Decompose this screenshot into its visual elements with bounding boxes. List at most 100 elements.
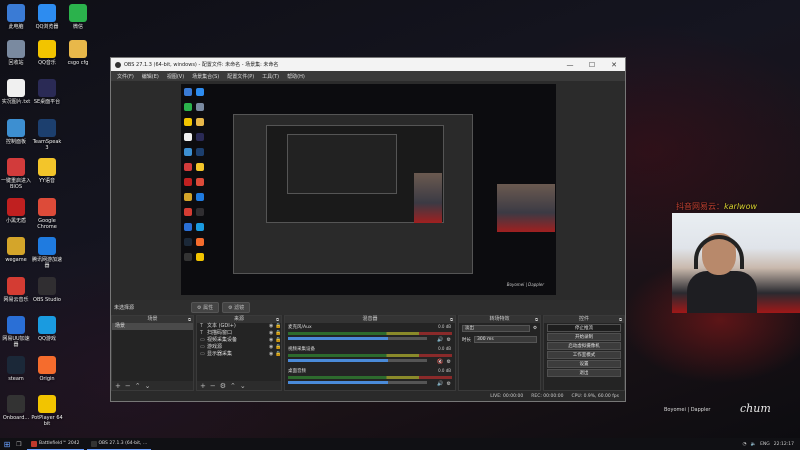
duration-input[interactable]: 300 ms [474, 336, 537, 343]
desktop-icon[interactable]: 此电脑 [0, 4, 32, 30]
desktop-icon[interactable]: 一键重启进入BIOS [0, 158, 32, 190]
lock-icon[interactable]: 🔒 [275, 323, 281, 330]
desktop-icon[interactable]: 小黑无盾 [0, 197, 32, 224]
scene-item[interactable]: 场景 [112, 323, 193, 330]
move-down-icon[interactable]: ⌄ [240, 382, 246, 390]
source-item[interactable]: ▭ 视频采集设备 ◉ 🔒 [197, 337, 281, 344]
volume-slider[interactable] [288, 359, 428, 362]
stop-streaming-button[interactable]: 停止推流 [547, 324, 621, 332]
source-item[interactable]: T 文本 (GDI+) ◉ 🔒 [197, 323, 281, 330]
desktop-icon[interactable]: QQ浏览器 [31, 4, 63, 30]
maximize-button[interactable]: ☐ [581, 61, 603, 69]
lock-icon[interactable]: 🔒 [275, 344, 281, 351]
task-battlefield[interactable]: Battlefield™ 2042 [27, 438, 84, 450]
dock-float-icon[interactable]: ⧉ [450, 316, 453, 323]
transition-settings-icon[interactable]: ⚙ [533, 326, 537, 331]
dock-float-icon[interactable]: ⧉ [188, 316, 191, 323]
desktop-icon[interactable]: QQ游戏 [31, 316, 63, 342]
desktop-icon[interactable]: 网易UU加速器 [0, 316, 32, 348]
volume-slider[interactable] [288, 381, 428, 384]
task-obs-label: OBS 27.1.3 (64-bit, ... [98, 441, 148, 446]
network-icon[interactable]: ◔ [743, 442, 747, 447]
obs-titlebar[interactable]: OBS 27.1.3 (64-bit, windows) - 配置文件: 未命名… [111, 58, 625, 71]
controls-header: 控件 ⧉ [544, 316, 624, 323]
desktop-icon[interactable]: PotPlayer 64 bit [31, 395, 63, 427]
desktop-icon[interactable]: 网易云音乐 [0, 276, 32, 303]
desktop-icon[interactable]: TeamSpeak 3 [31, 118, 63, 151]
desktop-icon[interactable]: YY语音 [31, 158, 63, 184]
remove-scene-icon[interactable]: − [125, 382, 131, 390]
desktop-icon[interactable]: 微信 [62, 4, 94, 30]
desktop-icon[interactable]: 回收站 [0, 40, 32, 66]
language-indicator[interactable]: ENG [760, 442, 770, 447]
menu-profile[interactable]: 配置文件(P) [223, 73, 258, 80]
task-obs[interactable]: OBS 27.1.3 (64-bit, ... [86, 438, 152, 450]
move-up-icon[interactable]: ⌃ [230, 382, 236, 390]
desktop-icon-label: 小黑无盾 [5, 217, 26, 224]
accelerator-icon [38, 237, 56, 255]
signature-script: chum [740, 402, 771, 415]
desktop-icon[interactable]: steam [0, 355, 32, 382]
menu-scene-collection[interactable]: 场景集合(S) [188, 73, 223, 80]
move-up-icon[interactable]: ⌃ [135, 382, 141, 390]
desktop-icon[interactable]: QQ音乐 [31, 40, 63, 66]
desktop-icon[interactable]: OBS Studio [31, 276, 63, 303]
remove-source-icon[interactable]: − [210, 382, 216, 390]
menu-file[interactable]: 文件(F) [113, 73, 138, 80]
desktop-icon[interactable]: Onboard... [0, 395, 32, 421]
add-source-icon[interactable]: + [200, 382, 206, 390]
desktop-icon[interactable]: 控制面板 [0, 118, 32, 145]
desktop-icon-label: 控制面板 [5, 138, 26, 145]
desktop-icon[interactable]: SE桌面平台 [31, 79, 63, 105]
preview-canvas[interactable]: Boyomei | Dappler [181, 84, 556, 295]
sources-footer: + − ⚙ ⌃ ⌄ [197, 381, 281, 390]
clock[interactable]: 22:12:17 [774, 442, 794, 447]
channel-settings-icon[interactable]: ⚙ [447, 381, 451, 387]
transition-select[interactable]: 淡出 [462, 325, 530, 332]
source-item[interactable]: ▭ 游戏源 ◉ 🔒 [197, 344, 281, 351]
mixer-dock: 混音器 ⧉ 麦克风/Aux 0.0 dB 🔊 ⚙ 视频采集设备 0.0 dB 🔇 ⚙ 桌面音频 0.… [284, 315, 456, 391]
lock-icon[interactable]: 🔒 [275, 351, 281, 358]
move-down-icon[interactable]: ⌄ [145, 382, 151, 390]
muted-speaker-icon[interactable]: 🔇 [437, 359, 443, 365]
desktop-icon[interactable]: 腾讯网游加速器 [31, 237, 63, 269]
start-recording-button[interactable]: 开始录制 [547, 333, 621, 341]
exit-button[interactable]: 退出 [547, 369, 621, 377]
volume-slider[interactable] [288, 337, 428, 340]
speaker-icon[interactable]: 🔊 [437, 381, 443, 387]
minimize-button[interactable]: — [559, 61, 581, 69]
lock-icon[interactable]: 🔒 [275, 330, 281, 337]
properties-button[interactable]: ⚙ 属性 [191, 302, 220, 313]
lock-icon[interactable]: 🔒 [275, 337, 281, 344]
settings-button[interactable]: 设置 [547, 360, 621, 368]
desktop-icon[interactable]: Google Chrome [31, 197, 63, 230]
filters-button[interactable]: ⚙ 滤镜 [222, 302, 251, 313]
desktop-icon[interactable]: wegame [0, 237, 32, 263]
desktop-icon[interactable]: Origin [31, 355, 63, 382]
menu-help[interactable]: 帮助(H) [283, 73, 309, 80]
desktop-icon[interactable]: csgo cfg [62, 40, 94, 66]
volume-icon[interactable]: 🔈 [750, 442, 756, 447]
source-settings-icon[interactable]: ⚙ [220, 382, 226, 390]
source-item[interactable]: ▭ 显示器采集 ◉ 🔒 [197, 351, 281, 358]
studio-mode-button[interactable]: 工作室模式 [547, 351, 621, 359]
add-scene-icon[interactable]: + [115, 382, 121, 390]
source-item[interactable]: T 扫描码窗口 ◉ 🔒 [197, 330, 281, 337]
menu-view[interactable]: 视图(V) [163, 73, 188, 80]
windows-start-icon[interactable]: ⊞ [0, 440, 14, 449]
channel-settings-icon[interactable]: ⚙ [447, 337, 451, 343]
task-view-icon[interactable]: ❒ [14, 441, 24, 448]
start-virtual-camera-button[interactable]: 启动虚拟摄像机 [547, 342, 621, 350]
desktop-icon[interactable]: 实况图片.txt [0, 79, 32, 105]
dock-float-icon[interactable]: ⧉ [535, 316, 538, 323]
menu-tools[interactable]: 工具(T) [258, 73, 283, 80]
source-toolbar: 未选择源 ⚙ 属性 ⚙ 滤镜 [111, 300, 625, 315]
desktop-icon-label: 腾讯网游加速器 [31, 257, 62, 269]
dock-float-icon[interactable]: ⧉ [276, 316, 279, 323]
channel-settings-icon[interactable]: ⚙ [447, 359, 451, 365]
close-button[interactable]: ✕ [603, 61, 625, 69]
speaker-icon[interactable]: 🔊 [437, 337, 443, 343]
dock-float-icon[interactable]: ⧉ [619, 316, 622, 323]
menu-edit[interactable]: 编辑(E) [138, 73, 163, 80]
source-name: 视频采集设备 [207, 337, 238, 343]
